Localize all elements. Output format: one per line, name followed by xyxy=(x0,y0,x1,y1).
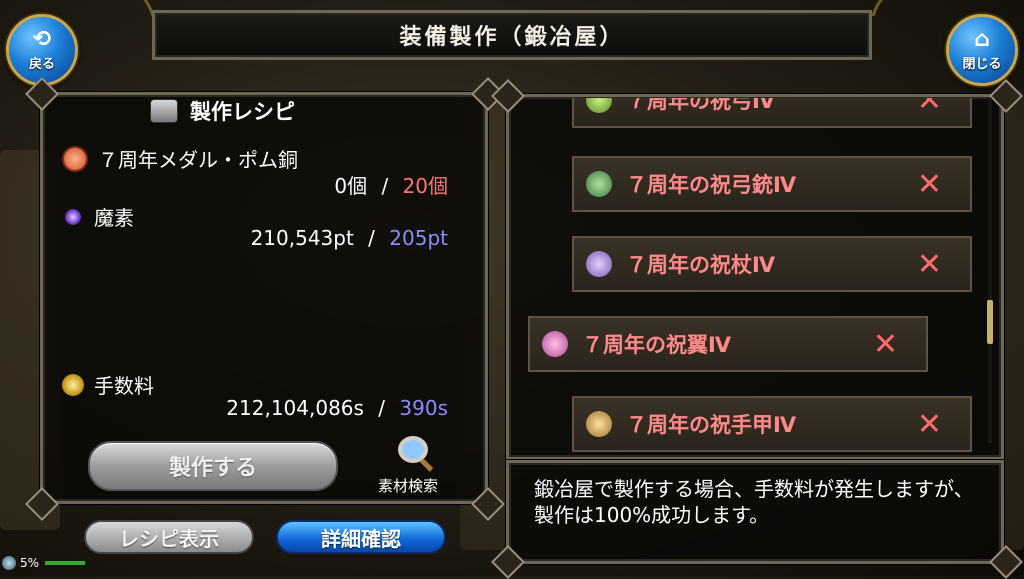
recipe-book-icon xyxy=(150,99,178,123)
item-row[interactable]: ７周年の祝弓銃Ⅳ ✕ xyxy=(572,156,972,212)
material-row: 手数料 xyxy=(62,370,154,399)
gauntlet-icon xyxy=(586,411,612,437)
search-icon xyxy=(398,436,428,463)
back-arrow-icon: ⟲ xyxy=(32,26,52,52)
item-row[interactable]: ７周年の祝手甲Ⅳ ✕ xyxy=(572,396,972,452)
material-name: ７周年メダル・ポム銅 xyxy=(98,148,298,172)
list-scrollbar-track[interactable] xyxy=(988,98,992,443)
material-separator: / xyxy=(381,174,389,198)
unavailable-mark: ✕ xyxy=(872,326,898,362)
unavailable-mark: ✕ xyxy=(916,166,942,202)
material-count: 0個 / 20個 xyxy=(334,170,448,199)
material-count: 212,104,086s / 390s xyxy=(226,396,448,420)
detail-confirm-button[interactable]: 詳細確認 xyxy=(276,520,446,554)
material-separator: / xyxy=(378,396,386,420)
close-button-label: 閉じる xyxy=(962,56,1002,72)
recipe-view-button[interactable]: レシピ表示 xyxy=(84,520,254,554)
close-button[interactable]: ⌂ 閉じる xyxy=(946,14,1018,86)
item-name: ７周年の祝翼Ⅳ xyxy=(582,333,732,357)
back-button-label: 戻る xyxy=(28,56,55,72)
item-name: ７周年の祝弓銃Ⅳ xyxy=(626,173,797,197)
crossbow-icon xyxy=(586,171,612,197)
globe-icon xyxy=(2,556,16,570)
material-required: 390s xyxy=(399,396,448,420)
description-text: 鍛冶屋で製作する場合、手数料が発生しますが、製作は100%成功します。 xyxy=(534,477,974,527)
item-name: ７周年の祝杖Ⅳ xyxy=(626,253,776,277)
page-title: 装備製作（鍛冶屋） xyxy=(399,25,625,50)
coin-icon xyxy=(62,373,84,396)
bow-icon xyxy=(586,98,612,113)
status-percent: 5% xyxy=(20,556,40,570)
recipe-header: 製作レシピ xyxy=(150,96,295,126)
unavailable-mark: ✕ xyxy=(916,406,942,442)
item-row-selected[interactable]: ７周年の祝翼Ⅳ ✕ xyxy=(528,316,928,372)
material-separator: / xyxy=(368,226,375,250)
unavailable-mark: ✕ xyxy=(916,98,942,118)
material-row: 魔素 xyxy=(62,202,134,231)
unavailable-mark: ✕ xyxy=(916,246,942,282)
recipe-header-label: 製作レシピ xyxy=(190,100,295,124)
craft-button[interactable]: 製作する xyxy=(88,441,338,491)
item-list: ７周年の祝弓Ⅳ ✕ ７周年の祝弓銃Ⅳ ✕ ７周年の祝杖Ⅳ ✕ ７周年の祝翼Ⅳ ✕… xyxy=(510,98,1000,458)
material-row: ７周年メダル・ポム銅 xyxy=(62,144,298,173)
material-required: 20個 xyxy=(402,174,448,198)
home-icon: ⌂ xyxy=(974,26,990,52)
material-name: 魔素 xyxy=(94,206,134,230)
material-search-label: 素材検索 xyxy=(377,477,438,495)
material-required: 205pt xyxy=(389,226,448,250)
item-name: ７周年の祝弓Ⅳ xyxy=(626,98,776,113)
back-button[interactable]: ⟲ 戻る xyxy=(6,14,78,86)
title-bar: 装備製作（鍛冶屋） xyxy=(152,10,872,60)
wing-icon xyxy=(542,331,568,357)
material-owned: 0個 xyxy=(334,174,368,198)
staff-icon xyxy=(586,251,612,277)
status-indicator: 5% xyxy=(2,556,86,570)
mana-orb-icon xyxy=(65,208,81,225)
material-owned: 212,104,086s xyxy=(226,396,364,420)
list-scrollbar-thumb[interactable] xyxy=(987,300,993,344)
item-row[interactable]: ７周年の祝弓Ⅳ ✕ xyxy=(572,98,972,128)
medal-icon xyxy=(62,145,88,172)
material-count: 210,543pt / 205pt xyxy=(251,226,448,250)
status-bar xyxy=(45,561,86,565)
material-search-button[interactable]: 素材検索 xyxy=(368,436,448,496)
material-owned: 210,543pt xyxy=(250,226,354,250)
material-name: 手数料 xyxy=(94,374,154,398)
item-row[interactable]: ７周年の祝杖Ⅳ ✕ xyxy=(572,236,972,292)
item-name: ７周年の祝手甲Ⅳ xyxy=(626,413,797,437)
description-area: 鍛冶屋で製作する場合、手数料が発生しますが、製作は100%成功します。 xyxy=(510,462,1000,562)
